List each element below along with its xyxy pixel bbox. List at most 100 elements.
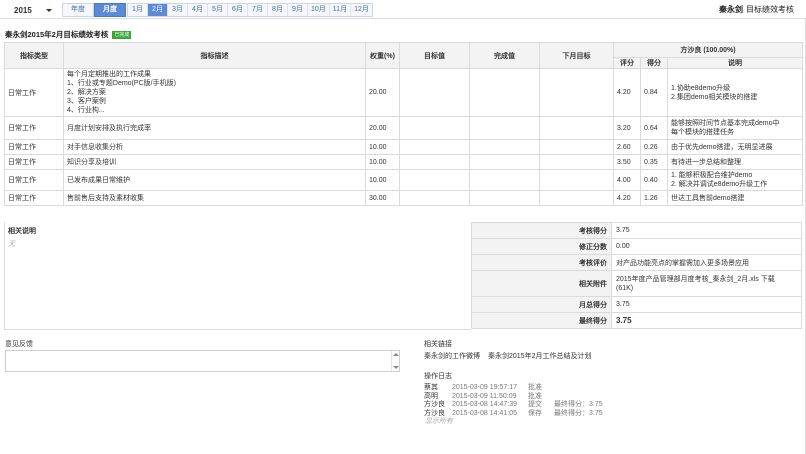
col-note: 说明 [667,57,803,69]
kpi-table: 指标类型 指标描述 权重(%) 目标值 完成值 下月目标 方沙良 (100.00… [4,42,803,206]
month-tab[interactable]: 12月 [351,4,372,16]
scroll-up-icon[interactable] [393,353,399,356]
row-note-line: 2.集团demo相关模块的搭建 [671,93,758,101]
month-tab[interactable]: 2月 [148,4,168,16]
row-target [399,68,470,117]
log-user: 方沙良 [424,401,445,408]
row-score: 0.35 [640,154,668,170]
annual-tab[interactable]: 年度 [62,3,94,17]
month-tab[interactable]: 9月 [288,4,308,16]
comment-label: 考核评价 [471,254,612,271]
row-done [469,116,540,140]
row-desc: 已发布成果日常维护 [63,169,366,191]
col-reviewer: 方沙良 (100.00%) [613,42,803,58]
row-done [469,68,540,117]
row-type: 日常工作 [4,154,64,170]
month-tab[interactable]: 6月 [228,4,248,16]
attachment-link[interactable]: 2015年度产品管理部月度考核_秦永剑_2月.xls 下载 [616,275,797,284]
table-row: 日常工作 知识分享及培训 10.00 3.50 0.35 有待进一步总结和整理 [4,154,803,170]
log-entry: 方沙良 2015-03-08 14:41:05 保存 最终得分：3.75 [424,410,603,419]
row-weight: 10.00 [365,169,400,191]
row-desc: 售前售后支持及素材收集 [63,190,366,206]
month-tab[interactable]: 5月 [208,4,228,16]
row-rating: 3.20 [613,116,641,140]
col-next: 下月目标 [539,42,614,69]
year-select[interactable]: 2015 [5,3,55,16]
table-row: 日常工作 月度计划安排及执行完成率 20.00 3.20 0.64 能够按照时间节点基本完… [4,116,803,140]
log-user: 高明 [424,392,438,400]
log-user: 方沙良 [424,409,445,417]
year-value: 2015 [14,6,32,15]
row-done [469,139,540,155]
row-desc: 知识分享及培训 [63,154,366,170]
row-target [399,190,470,206]
row-rating: 2.60 [613,139,641,155]
row-target [399,139,470,155]
row-desc: 月度计划安排及执行完成率 [63,116,366,140]
feedback-input[interactable] [5,350,400,372]
log-time: 2015-03-09 11:50:09 [452,392,517,400]
log-action: 提交 [528,401,542,408]
row-next [539,139,614,155]
row-note-line: 1. 能够积极配合维护demo [671,172,753,179]
link-work-summary[interactable]: 秦永剑2015年2月工作总结及计划 [488,351,591,361]
attachment-label: 相关附件 [471,270,612,297]
row-desc-line: 4、行业构... [67,107,105,114]
row-desc: 对手信息收集分析 [63,139,366,155]
row-desc-line: 已发布成果日常维护 [67,176,130,184]
page-title: 秦永剑2015年2月目标绩效考核 已完成 [5,29,132,40]
summary-table: 考核得分 3.75 修正分数 0.00 考核评价 对产品功能亮点的掌握需加入更多… [471,222,802,329]
log-user: 蔡其 [424,384,438,391]
month-tabs: 1月 2月 3月 4月 5月 6月 7月 8月 9月 10月 11月 12月 [127,3,373,17]
row-score: 1.26 [640,190,668,206]
show-all-link[interactable]: 显示所有 [425,418,603,427]
link-work-weibo[interactable]: 秦永剑的工作微博 [424,351,480,361]
row-weight: 20.00 [365,116,400,140]
row-weight: 10.00 [365,154,400,170]
final-score-value: 3.75 [611,312,802,329]
row-score: 0.84 [640,68,668,117]
row-type: 日常工作 [4,169,64,191]
month-tab[interactable]: 10月 [308,4,330,16]
row-note-line: 能够按照时间节点基本完成demo中 [671,120,780,127]
monthly-tab[interactable]: 月度 [94,3,126,17]
row-score: 0.64 [640,116,668,140]
row-desc-line: 月度计划安排及执行完成率 [67,124,151,132]
top-toolbar: 2015 年度 月度 1月 2月 3月 4月 5月 6月 7月 8月 9月 10月 11月 12月 秦… [0,0,806,19]
table-row: 日常工作 售前售后支持及素材收集 30.00 4.20 1.26 世达工具售前demo搭建 [4,190,803,206]
row-target [399,169,470,191]
row-rating: 3.50 [613,154,641,170]
related-note: 相关说明 无 [4,222,471,330]
month-total-value: 3.75 [611,296,802,313]
month-tab[interactable]: 1月 [128,4,148,16]
row-rating: 4.20 [613,190,641,206]
row-note-line: 有待进一步总结和整理 [671,158,741,166]
row-type: 日常工作 [4,68,64,117]
log-label: 操作日志 [424,373,452,380]
col-done: 完成值 [469,42,540,69]
row-desc-line: 1、行业或专题Demo(PC版/手机版) [67,80,176,87]
row-note-line: 每个模块的搭建任务 [671,129,734,136]
month-tab[interactable]: 4月 [188,4,208,16]
row-desc-line: 3、客户案例 [67,98,106,105]
scroll-down-icon[interactable] [393,366,399,369]
row-score: 0.26 [640,139,668,155]
month-tab[interactable]: 7月 [248,4,268,16]
month-tab[interactable]: 3月 [168,4,188,16]
row-rating: 4.20 [613,68,641,117]
row-type: 日常工作 [4,116,64,140]
row-desc: 每个月定期推出的工作成果 1、行业或专题Demo(PC版/手机版) 2、解决方案 3、… [63,68,366,117]
status-badge: 已完成 [112,31,132,39]
col-score: 得分 [640,57,668,69]
month-tab[interactable]: 11月 [330,4,352,16]
feedback-scrollbar[interactable] [391,351,399,371]
row-weight: 30.00 [365,190,400,206]
row-note: 能够按照时间节点基本完成demo中 每个模块的搭建任务 [667,116,803,140]
chevron-down-icon[interactable] [46,9,52,12]
col-target: 目标值 [399,42,470,69]
feedback-label: 意见反馈 [5,341,33,348]
row-done [469,190,540,206]
correction-value: 0.00 [611,238,802,255]
col-weight: 权重(%) [365,42,400,69]
month-tab[interactable]: 8月 [268,4,288,16]
